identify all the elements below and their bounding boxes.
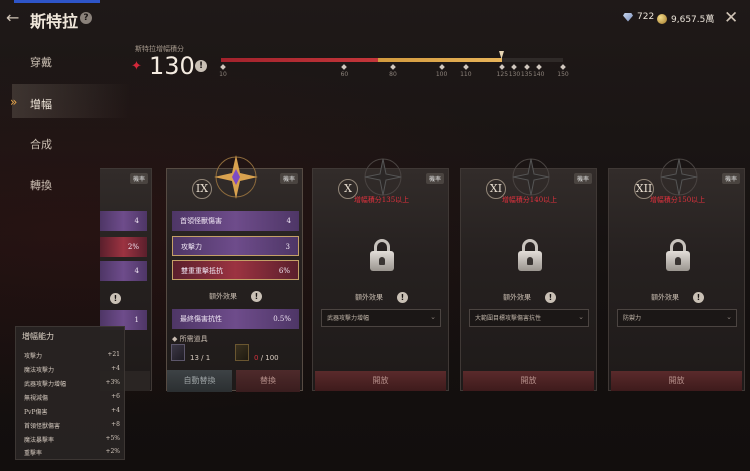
chevron-down-icon: ⌄ bbox=[578, 313, 584, 321]
score-progress-bar bbox=[221, 58, 563, 62]
chevron-down-icon: ⌄ bbox=[726, 313, 732, 321]
rate-badge[interactable]: 機率 bbox=[721, 173, 740, 184]
ability-row: PvP傷害 +4 bbox=[24, 407, 120, 416]
close-icon[interactable]: ✕ bbox=[724, 8, 738, 28]
star-emblem-icon bbox=[512, 158, 550, 196]
open-button[interactable]: 開放 bbox=[611, 371, 742, 391]
rate-badge[interactable]: 機率 bbox=[425, 173, 444, 184]
nav-active-chevron-icon: » bbox=[10, 95, 18, 109]
unlock-requirement: 增幅積分140以上 bbox=[501, 196, 558, 204]
extra-effect-row[interactable]: 最終傷害抗性 0.5% bbox=[172, 309, 299, 329]
star-emblem-icon bbox=[364, 158, 402, 196]
stat-row-double-crit-resist[interactable]: 雙重重擊抵抗 6% bbox=[172, 260, 299, 280]
top-accent-line bbox=[14, 0, 100, 3]
progress-tick-label: 140 bbox=[532, 71, 545, 78]
info-icon[interactable]: ! bbox=[195, 60, 207, 72]
progress-tick-label: 80 bbox=[389, 71, 397, 78]
lock-item-icon[interactable] bbox=[235, 344, 249, 361]
info-icon[interactable]: ! bbox=[110, 293, 121, 304]
progress-fill-red bbox=[221, 58, 379, 62]
progress-tick-label: 100 bbox=[435, 71, 448, 78]
card-xi: 機率 XI 增幅積分140以上 額外效果! 大範圍目標攻擊傷害抗性 ⌄ 開放 bbox=[460, 158, 598, 391]
nav-item-synthesis[interactable]: 合成 bbox=[30, 136, 52, 152]
progress-tick-label: 135 bbox=[520, 71, 533, 78]
rate-badge[interactable]: 機率 bbox=[279, 173, 298, 184]
gem-currency: 722 bbox=[623, 12, 654, 22]
unlock-requirement: 增幅積分135以上 bbox=[353, 196, 410, 204]
chevron-down-icon: ⌄ bbox=[430, 313, 436, 321]
ability-row: 魔法暴擊率 +5% bbox=[24, 435, 120, 444]
progress-tick-label: 125 bbox=[496, 71, 509, 78]
effect-select[interactable]: 武器攻擊力增幅 ⌄ bbox=[321, 309, 441, 327]
back-icon[interactable]: ← bbox=[6, 9, 24, 27]
card-numeral: IX bbox=[192, 179, 212, 199]
nav-item-convert[interactable]: 轉換 bbox=[30, 177, 52, 193]
gem-amount: 722 bbox=[637, 12, 655, 22]
rate-badge: 機率 bbox=[129, 173, 148, 184]
info-icon[interactable]: ! bbox=[693, 292, 704, 303]
ability-row: 魔法攻擊力 +4 bbox=[24, 365, 120, 374]
progress-tick-label: 110 bbox=[460, 71, 472, 78]
help-icon[interactable]: ? bbox=[80, 12, 92, 24]
effect-select[interactable]: 大範圍目標攻擊傷害抗性 ⌄ bbox=[469, 309, 589, 327]
info-icon[interactable]: ! bbox=[397, 292, 408, 303]
open-button[interactable]: 開放 bbox=[463, 371, 594, 391]
auto-replace-button[interactable]: 自動替換 bbox=[167, 370, 232, 392]
star-emblem-icon bbox=[214, 155, 258, 199]
replace-button[interactable]: 替換 bbox=[236, 370, 300, 392]
stat-row-boss-damage[interactable]: 首領怪獸傷害 4 bbox=[172, 211, 299, 231]
card-x: 機率 X 增幅積分135以上 額外效果! 武器攻擊力增幅 ⌄ 開放 bbox=[312, 158, 450, 391]
extra-effect-title: 額外效果! bbox=[167, 291, 304, 302]
extra-effect-title: 額外效果! bbox=[609, 292, 746, 303]
gold-amount: 9,657.5萬 bbox=[671, 15, 715, 25]
extra-effect-title: 額外效果! bbox=[313, 292, 450, 303]
lock-icon bbox=[516, 239, 544, 273]
effect-select[interactable]: 防禦力 ⌄ bbox=[617, 309, 737, 327]
star-emblem-icon bbox=[660, 158, 698, 196]
nav-item-equip[interactable]: 穿戴 bbox=[30, 54, 52, 70]
info-icon[interactable]: ! bbox=[545, 292, 556, 303]
ability-row: 無視減傷 +6 bbox=[24, 393, 120, 402]
stat-row: 4 bbox=[100, 211, 147, 231]
ability-row: 武器攻擊力增幅 +3% bbox=[24, 379, 120, 388]
card-xii: 機率 XII 增幅積分150以上 額外效果! 防禦力 ⌄ 開放 bbox=[608, 158, 746, 391]
lock-icon bbox=[368, 239, 396, 273]
lock-item-count: 0 / 100 bbox=[254, 354, 279, 362]
progress-tick-label: 10 bbox=[219, 71, 227, 78]
nav-item-amplify[interactable]: 增幅 bbox=[30, 96, 52, 112]
top-bar: ← 斯特拉 ? 722 9,657.5萬 ✕ bbox=[0, 0, 750, 36]
gem-icon bbox=[623, 12, 633, 22]
ability-row: 重擊率 +2% bbox=[24, 448, 120, 457]
required-items-label: ◆ 所需道具 bbox=[172, 335, 208, 343]
panel-title: 增幅能力 bbox=[22, 332, 54, 341]
progress-fill-gold bbox=[378, 58, 503, 62]
score-value: 130 bbox=[149, 52, 195, 80]
material-item-count: 13 / 1 bbox=[190, 354, 211, 362]
info-icon[interactable]: ! bbox=[251, 291, 262, 302]
extra-effect-title: 額外效果! bbox=[461, 292, 598, 303]
unlock-requirement: 增幅積分150以上 bbox=[649, 196, 706, 204]
ability-row: 攻擊力 +21 bbox=[24, 351, 120, 360]
ability-row: 首領怪獸傷害 +8 bbox=[24, 421, 120, 430]
progress-tick-label: 60 bbox=[340, 71, 349, 78]
open-button[interactable]: 開放 bbox=[315, 371, 446, 391]
stat-row: 4 bbox=[100, 261, 147, 281]
progress-tick-label: 150 bbox=[557, 71, 569, 78]
page-title: 斯特拉 bbox=[30, 12, 79, 31]
gold-currency: 9,657.5萬 bbox=[657, 12, 714, 25]
star-icon: ✦ bbox=[131, 59, 142, 74]
stat-row: 2% bbox=[100, 237, 147, 257]
amplify-ability-panel: 增幅能力 攻擊力 +21 魔法攻擊力 +4 武器攻擊力增幅 +3% 無視減傷 +6 Pv… bbox=[15, 326, 125, 460]
progress-tick-label: 130 bbox=[508, 71, 521, 78]
rate-badge[interactable]: 機率 bbox=[573, 173, 592, 184]
lock-icon bbox=[664, 239, 692, 273]
material-item-icon[interactable] bbox=[171, 344, 185, 361]
coin-icon bbox=[657, 13, 667, 24]
stat-row-attack[interactable]: 攻擊力 3 bbox=[172, 236, 299, 256]
